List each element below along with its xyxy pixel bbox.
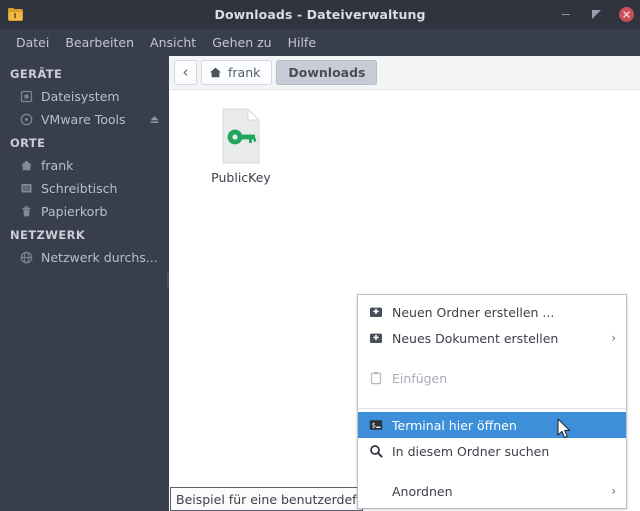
- context-menu-gap: [358, 391, 626, 405]
- chevron-right-icon: ›: [611, 484, 616, 498]
- file-item-publickey[interactable]: PublicKey: [191, 107, 291, 185]
- new-document-icon: [368, 330, 384, 346]
- sidebar-item-schreibtisch[interactable]: Schreibtisch: [0, 177, 169, 200]
- context-menu-item-terminal-hier-oeffnen[interactable]: $ Terminal hier öffnen: [358, 412, 626, 438]
- context-menu-item-neuen-ordner-erstellen[interactable]: Neuen Ordner erstellen ...: [358, 299, 626, 325]
- trash-icon: [18, 204, 34, 220]
- desktop-icon: [18, 181, 34, 197]
- path-toolbar: ‹ frank Downloads: [169, 56, 640, 90]
- sidebar-item-label: Papierkorb: [41, 204, 108, 219]
- context-menu-gap: [358, 464, 626, 478]
- close-button[interactable]: [618, 7, 634, 23]
- context-menu-item-label: Neuen Ordner erstellen ...: [392, 304, 555, 320]
- new-folder-icon: [368, 304, 384, 320]
- file-name-label: PublicKey: [211, 170, 271, 185]
- title-bar: Downloads - Dateiverwaltung: [0, 0, 640, 29]
- context-menu-item-anordnen[interactable]: Anordnen ›: [358, 478, 626, 504]
- menu-hilfe[interactable]: Hilfe: [280, 32, 324, 53]
- tooltip: Beispiel für eine benutzerdef: [170, 487, 363, 511]
- context-menu-item-label: In diesem Ordner suchen: [392, 443, 550, 459]
- context-menu-item-einfuegen[interactable]: Einfügen: [358, 365, 626, 391]
- context-menu-gap: [358, 351, 626, 365]
- context-menu-item-label: Neues Dokument erstellen: [392, 330, 559, 346]
- sidebar-item-papierkorb[interactable]: Papierkorb: [0, 200, 169, 223]
- svg-text:$: $: [372, 422, 376, 430]
- search-icon: [368, 443, 384, 459]
- sidebar-item-label: Dateisystem: [41, 89, 120, 104]
- context-menu-item-neues-dokument-erstellen[interactable]: Neues Dokument erstellen ›: [358, 325, 626, 351]
- sidebar-item-label: Netzwerk durchs...: [41, 250, 158, 265]
- context-menu: Neuen Ordner erstellen ... Neues Dokumen…: [357, 294, 627, 509]
- home-icon: [209, 66, 222, 79]
- close-icon: [618, 7, 634, 22]
- eject-icon[interactable]: [149, 114, 160, 125]
- sidebar-item-frank[interactable]: frank: [0, 154, 169, 177]
- file-manager-window: Downloads - Dateiverwaltung Datei Bearbe…: [0, 0, 640, 511]
- context-menu-item-label: Terminal hier öffnen: [392, 417, 517, 433]
- menu-gehen-zu[interactable]: Gehen zu: [204, 32, 279, 53]
- folder-icon: [8, 7, 24, 22]
- sidebar: GERÄTE Dateisystem VMware Tools ORTE fra…: [0, 56, 169, 511]
- drive-icon: [18, 89, 34, 105]
- home-icon: [18, 158, 34, 174]
- breadcrumb-label: Downloads: [288, 65, 366, 80]
- sidebar-item-label: VMware Tools: [41, 112, 126, 127]
- menu-bar: Datei Bearbeiten Ansicht Gehen zu Hilfe: [0, 29, 640, 56]
- blank-icon: [368, 483, 384, 499]
- maximize-icon: [591, 10, 601, 19]
- sidebar-group-header-geraete: GERÄTE: [10, 67, 63, 81]
- back-button[interactable]: ‹: [174, 60, 197, 85]
- key-document-icon: [218, 107, 264, 164]
- sidebar-item-label: Schreibtisch: [41, 181, 118, 196]
- window-title: Downloads - Dateiverwaltung: [214, 7, 426, 22]
- back-icon: ‹: [182, 63, 189, 81]
- sidebar-group-header-netzwerk: NETZWERK: [10, 228, 86, 242]
- menu-ansicht[interactable]: Ansicht: [142, 32, 204, 53]
- sidebar-item-label: frank: [41, 158, 74, 173]
- chevron-right-icon: ›: [611, 331, 616, 345]
- terminal-icon: $: [368, 417, 384, 433]
- minimize-icon: [562, 14, 570, 15]
- window-controls: [558, 0, 634, 29]
- sidebar-item-netzwerk-durchsuchen[interactable]: Netzwerk durchs...: [0, 246, 169, 269]
- context-menu-separator: [358, 408, 626, 409]
- maximize-button[interactable]: [588, 7, 604, 23]
- menu-datei[interactable]: Datei: [8, 32, 57, 53]
- menu-bearbeiten[interactable]: Bearbeiten: [57, 32, 142, 53]
- context-menu-item-label: Anordnen: [392, 483, 453, 499]
- breadcrumb-frank[interactable]: frank: [201, 60, 273, 85]
- minimize-button[interactable]: [558, 7, 574, 23]
- breadcrumb-downloads[interactable]: Downloads: [276, 60, 378, 85]
- breadcrumb-label: frank: [228, 65, 261, 80]
- paste-icon: [368, 370, 384, 386]
- sidebar-item-vmware-tools[interactable]: VMware Tools: [0, 108, 169, 131]
- sidebar-item-dateisystem[interactable]: Dateisystem: [0, 85, 169, 108]
- context-menu-item-label: Einfügen: [392, 370, 448, 386]
- context-menu-item-in-diesem-ordner-suchen[interactable]: In diesem Ordner suchen: [358, 438, 626, 464]
- sidebar-group-header-orte: ORTE: [10, 136, 46, 150]
- disc-icon: [18, 112, 34, 128]
- globe-icon: [18, 250, 34, 266]
